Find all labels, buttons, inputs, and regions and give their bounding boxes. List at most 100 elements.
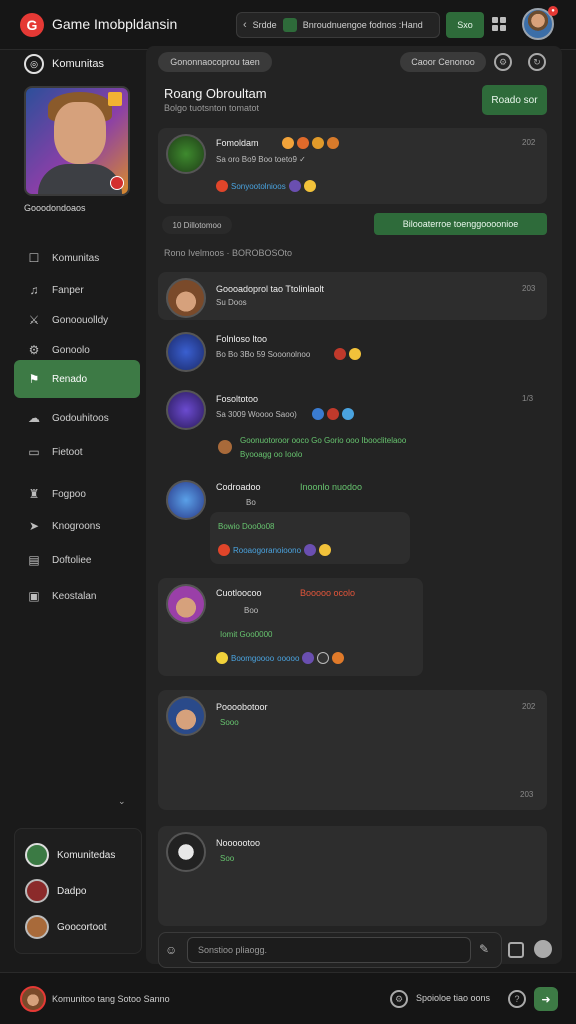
reaction-row[interactable] [334, 348, 361, 360]
reaction-row[interactable]: Boomgoooo ooooo [216, 652, 345, 664]
embed-card[interactable] [210, 512, 410, 564]
reaction-row[interactable]: Sonyootolnioos [216, 180, 316, 192]
sidebar-item-label: Knogroons [52, 520, 101, 532]
quoted-text: Goonuotoroor ooco Go Gorio ooo Ibooclite… [240, 436, 407, 445]
top-action-button[interactable]: Sxo [446, 12, 484, 38]
app-logo[interactable]: G [20, 13, 44, 37]
message-text: Bo [246, 498, 256, 507]
badge-row [282, 137, 339, 149]
message-author[interactable]: Fosoltotoo [216, 394, 258, 404]
avatar[interactable] [166, 832, 206, 872]
reaction-row[interactable]: Rooaogoranoioono [218, 544, 332, 556]
sidebar-bottom-label: Komunitedas [57, 849, 116, 861]
message-text: Sooo [220, 718, 239, 727]
avatar[interactable] [166, 390, 206, 430]
refresh-icon[interactable]: ↻ [528, 53, 546, 71]
reaction-icon [218, 544, 230, 556]
community-icon: ◎ [24, 54, 44, 74]
avatar[interactable] [20, 986, 46, 1012]
avatar[interactable] [166, 332, 206, 372]
composer: ☺ Sonstioo pliaogg. ✎ [158, 932, 502, 968]
search-input[interactable]: ‹ Srdde Bnroudnuengoe fodnos :Hand [236, 12, 440, 38]
avatar[interactable] [166, 278, 206, 318]
profile-card[interactable] [24, 86, 130, 196]
reaction-label: ooooo [277, 653, 300, 663]
settings-icon[interactable]: ⚙ [390, 990, 408, 1008]
sidebar-item-7[interactable]: ♜ Fogpoo [14, 476, 140, 512]
avatar-face [54, 102, 106, 164]
badge-icon [297, 137, 309, 149]
highlight-button[interactable]: Bilooaterroe toenggoooonioe [374, 213, 547, 235]
avatar[interactable] [166, 134, 206, 174]
timestamp: 202 [522, 138, 536, 147]
join-button[interactable]: Roado sor [482, 85, 547, 115]
sidebar-item-label: Renado [52, 373, 88, 385]
sidebar-item-label: Doftoliee [52, 554, 92, 566]
reaction-label: Boomgoooo [231, 653, 275, 663]
sidebar-item-0[interactable]: ☐ Komunitas [14, 240, 140, 276]
search-label: Srdde [252, 20, 277, 30]
sidebar-item-9[interactable]: ▤ Doftoliee [14, 542, 140, 578]
reaction-icon [319, 544, 332, 556]
embed-title: Iomit Goo0000 [220, 630, 273, 639]
sidebar-item-8[interactable]: ➤ Knogroons [14, 508, 140, 544]
sidebar-item-5[interactable]: ☁ Godouhitoos [14, 400, 140, 436]
avatar[interactable] [166, 480, 206, 520]
avatar[interactable] [166, 696, 206, 736]
trophy-icon: ♜ [28, 487, 40, 501]
timestamp: 202 [522, 702, 536, 711]
message-author[interactable]: Codroadoo [216, 482, 261, 492]
sticker-icon[interactable] [534, 940, 552, 958]
image-icon[interactable] [508, 942, 524, 958]
reaction-icon [288, 180, 301, 192]
quoted-text: Byooagg oo Ioolo [240, 450, 303, 459]
reaction-icon [303, 180, 316, 192]
status-badge [110, 176, 124, 190]
message-author[interactable]: Poooobotoor [216, 702, 268, 712]
sidebar-item-label: Fogpoo [52, 488, 86, 500]
user-tag: Booooo ocolo [300, 588, 356, 598]
grid-icon[interactable] [492, 17, 506, 31]
cloud-icon: ☁ [28, 411, 40, 425]
message-input[interactable]: Sonstioo pliaogg. [187, 937, 471, 963]
attach-icon[interactable]: ✎ [479, 942, 489, 956]
sword-icon: ⚔ [28, 313, 40, 327]
gamepad-icon: ▭ [28, 445, 40, 459]
message-text: Soo [220, 854, 235, 863]
message-author[interactable]: Fomoldam [216, 138, 259, 148]
app-title: Game Imobpldansin [52, 16, 178, 32]
help-icon[interactable]: ? [508, 990, 526, 1008]
sidebar-bottom-item[interactable]: Dadpo [25, 879, 86, 903]
reaction-row[interactable] [312, 408, 354, 420]
sidebar-bottom-item[interactable]: Komunitedas [25, 843, 115, 867]
message-card[interactable] [158, 272, 547, 320]
message-author[interactable]: Folnloso ltoo [216, 334, 267, 344]
timestamp: 203 [520, 790, 534, 799]
quoted-avatar [218, 440, 232, 454]
embed-title: Bowio Doo0o08 [218, 522, 275, 531]
room-title: Roang Obroultam [164, 86, 267, 101]
sidebar-bottom-item[interactable]: Goocortoot [25, 915, 106, 939]
sidebar-item-6[interactable]: ▭ Fietoot [14, 434, 140, 470]
send-button[interactable]: ➜ [534, 987, 558, 1011]
timestamp: 1/3 [522, 394, 534, 403]
message-author[interactable]: Goooadoprol tao Ttolinlaolt [216, 284, 324, 294]
message-author[interactable]: Cuotloocoo [216, 588, 262, 598]
back-chevron-icon[interactable]: ‹ [243, 19, 247, 31]
reaction-icon [312, 408, 324, 420]
filter-chip[interactable]: Gononnaocoprou taen [158, 52, 272, 72]
reaction-icon [342, 408, 354, 420]
avatar[interactable] [166, 584, 206, 624]
settings-icon[interactable]: ⚙ [494, 53, 512, 71]
message-author[interactable]: Noooootoo [216, 838, 260, 848]
notification-badge[interactable]: ● [548, 6, 558, 16]
room-subtitle: Bolgo tuotsnton tomatot [164, 103, 260, 113]
sidebar-item-10[interactable]: ▣ Keostalan [14, 578, 140, 614]
sidebar-item-4[interactable]: ⚑ Renado [14, 360, 140, 398]
chevron-down-icon[interactable]: ⌄ [118, 796, 126, 807]
sidebar-header-label: Komunitas [52, 58, 104, 70]
timestamp: 203 [522, 284, 536, 293]
emoji-icon[interactable]: ☺ [165, 943, 177, 957]
filter-chip-right[interactable]: Caoor Cenonoo [400, 52, 486, 72]
sidebar-bottom-label: Dadpo [57, 885, 87, 897]
